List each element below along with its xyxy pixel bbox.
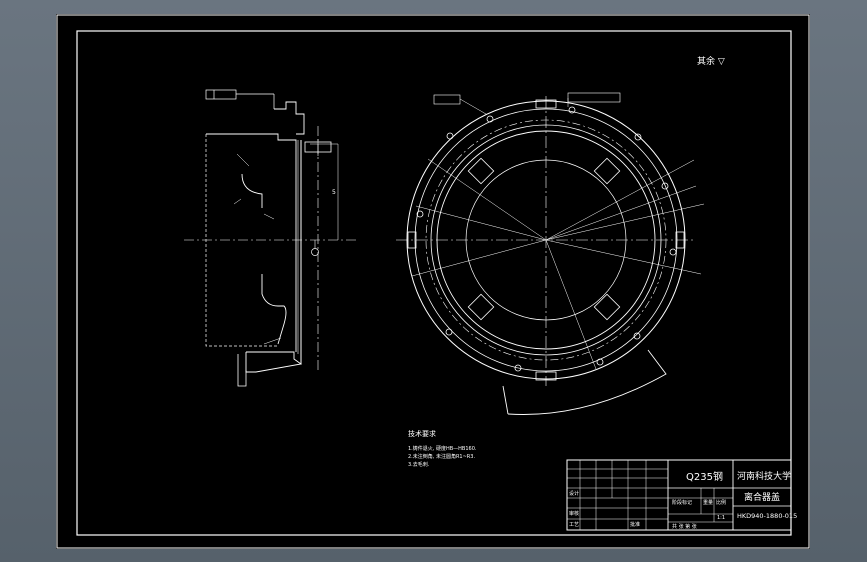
label-check: 审核 bbox=[569, 510, 579, 517]
surface-finish-note: 其余 ▽ bbox=[697, 55, 725, 67]
tech-req-line-3: 3.去毛刺. bbox=[408, 461, 430, 468]
label-scale: 比例 bbox=[716, 499, 726, 506]
cad-viewport[interactable]: 其余 ▽ 5 技术要求 1.铸件退火, 硬度HB—HB160. 2.未注倒角, … bbox=[56, 14, 810, 549]
label-sheet: 共 张 第 张 bbox=[672, 523, 697, 530]
label-stage-mark: 阶段标记 bbox=[672, 499, 692, 506]
drawing-number: HKD940-1880-015 bbox=[737, 512, 797, 520]
scale-value: 1:1 bbox=[717, 515, 725, 521]
svg-text:5: 5 bbox=[332, 189, 336, 196]
label-design: 设计 bbox=[569, 490, 579, 497]
sheet-outer-border bbox=[56, 14, 810, 549]
university-name: 河南科技大学 bbox=[737, 470, 791, 482]
tech-req-line-1: 1.铸件退火, 硬度HB—HB160. bbox=[408, 445, 477, 452]
label-approve: 批准 bbox=[630, 521, 640, 528]
title-block: Q235钢 河南科技大学 离合器盖 HKD940-1880-015 设计 审核 … bbox=[566, 459, 797, 531]
material-text: Q235钢 bbox=[686, 470, 723, 483]
section-view: 5 bbox=[184, 89, 356, 387]
drawing-sheet: 其余 ▽ 5 技术要求 1.铸件退火, 硬度HB—HB160. 2.未注倒角, … bbox=[56, 14, 810, 549]
technical-requirements: 技术要求 1.铸件退火, 硬度HB—HB160. 2.未注倒角, 未注圆角R1~… bbox=[408, 429, 477, 468]
tech-req-title: 技术要求 bbox=[408, 429, 436, 438]
front-view bbox=[396, 92, 705, 415]
tech-req-line-2: 2.未注倒角, 未注圆角R1~R3. bbox=[408, 453, 475, 460]
label-weight: 重量 bbox=[703, 499, 713, 506]
label-process: 工艺 bbox=[569, 522, 579, 528]
part-name: 离合器盖 bbox=[744, 491, 780, 503]
